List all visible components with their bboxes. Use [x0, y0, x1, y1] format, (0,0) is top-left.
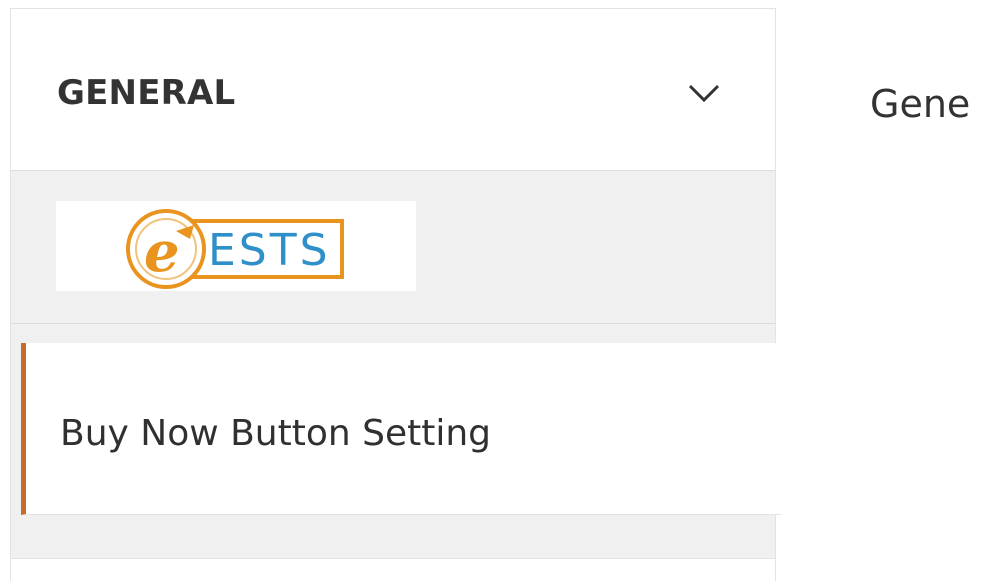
vendor-logo-letter: e — [144, 219, 180, 285]
sidebar-item-label: Buy Now Button Setting — [60, 413, 492, 454]
vendor-logo-text: ESTS — [208, 225, 331, 276]
sidebar-item-buy-now-button-setting[interactable]: Buy Now Button Setting — [21, 343, 781, 515]
section-general[interactable]: GENERAL — [11, 9, 775, 171]
sidebar-next-section[interactable] — [11, 558, 775, 581]
config-page: GENERAL e ESTS Buy Now Button Setting Ge… — [0, 0, 1001, 581]
section-general-label: GENERAL — [57, 73, 236, 113]
chevron-down-icon[interactable] — [686, 81, 722, 105]
vendor-logo: e ESTS — [56, 201, 416, 291]
page-title: Gene — [870, 82, 971, 126]
section-vendor[interactable]: e ESTS — [11, 171, 775, 430]
